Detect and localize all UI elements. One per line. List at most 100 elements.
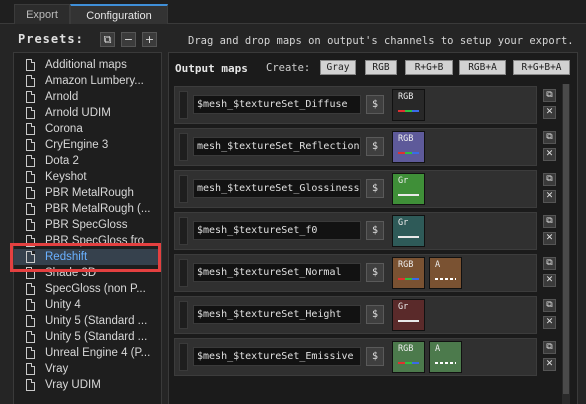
duplicate-map-button[interactable]: ⧉ <box>543 89 556 102</box>
preset-item[interactable]: PBR MetalRough <box>14 185 161 201</box>
create-rgb-a-button[interactable]: RGB+A <box>459 60 506 75</box>
map-name-field[interactable]: mesh_$textureSet_Glossiness <box>193 179 361 198</box>
preset-item[interactable]: SpecGloss (non P... <box>14 281 161 297</box>
close-icon: ✕ <box>545 317 554 327</box>
channel-chip[interactable]: A <box>429 341 462 373</box>
preset-item-label: Additional maps <box>45 59 127 71</box>
insert-variable-button[interactable]: $ <box>366 137 384 156</box>
preset-item[interactable]: Corona <box>14 121 161 137</box>
insert-variable-button[interactable]: $ <box>366 305 384 324</box>
channel-indicator <box>398 194 419 196</box>
copy-icon: ⧉ <box>546 300 553 310</box>
drag-handle[interactable] <box>179 175 188 203</box>
channel-indicator <box>398 110 419 112</box>
channel-chip[interactable]: RGB <box>392 341 425 373</box>
channel-chip[interactable]: RGB <box>392 89 425 121</box>
map-name-field[interactable]: $mesh_$textureSet_Diffuse <box>193 95 361 114</box>
output-map-row: $mesh_$textureSet_Normal $ RGB A <box>174 254 537 292</box>
preset-item[interactable]: Unity 4 <box>14 297 161 313</box>
create-gray-button[interactable]: Gray <box>320 60 356 75</box>
create-r-g-b-button[interactable]: R+G+B <box>405 60 453 75</box>
duplicate-map-button[interactable]: ⧉ <box>543 215 556 228</box>
delete-map-button[interactable]: ✕ <box>543 316 556 329</box>
insert-variable-button[interactable]: $ <box>366 179 384 198</box>
output-map-row: $mesh_$textureSet_Emissive $ RGB A <box>174 338 537 376</box>
map-name-field[interactable]: $mesh_$textureSet_f0 <box>193 221 361 240</box>
channel-chip[interactable]: Gr <box>392 299 425 331</box>
preset-item[interactable]: Vray <box>14 361 161 377</box>
remove-preset-button[interactable]: − <box>121 32 136 47</box>
drag-handle[interactable] <box>179 217 188 245</box>
delete-map-button[interactable]: ✕ <box>543 232 556 245</box>
delete-map-button[interactable]: ✕ <box>543 274 556 287</box>
tab-configuration[interactable]: Configuration <box>70 4 168 24</box>
close-icon: ✕ <box>545 359 554 369</box>
create-rgb-button[interactable]: RGB <box>365 60 397 75</box>
drag-handle[interactable] <box>179 301 188 329</box>
duplicate-map-button[interactable]: ⧉ <box>543 173 556 186</box>
channel-indicator <box>398 362 419 364</box>
preset-item[interactable]: Shade 3D <box>14 265 161 281</box>
preset-item[interactable]: Dota 2 <box>14 153 161 169</box>
file-icon <box>26 363 35 375</box>
insert-variable-button[interactable]: $ <box>366 263 384 282</box>
output-map-row: mesh_$textureSet_Reflection $ RGB <box>174 128 537 166</box>
duplicate-map-button[interactable]: ⧉ <box>543 257 556 270</box>
channel-chip[interactable]: RGB <box>392 131 425 163</box>
preset-item[interactable]: PBR SpecGloss fro <box>14 233 161 249</box>
create-r-g-b-a-button[interactable]: R+G+B+A <box>513 60 570 75</box>
preset-item[interactable]: Unity 5 (Standard ... <box>14 329 161 345</box>
drag-handle[interactable] <box>179 259 188 287</box>
preset-item-label: Arnold <box>45 91 79 103</box>
channel-indicator <box>435 278 456 280</box>
preset-item[interactable]: Vray UDIM <box>14 377 161 393</box>
insert-variable-button[interactable]: $ <box>366 347 384 366</box>
preset-item-label: Keyshot <box>45 171 87 183</box>
drag-handle[interactable] <box>179 343 188 371</box>
output-map-row: $mesh_$textureSet_Height $ Gr <box>174 296 537 334</box>
copy-icon: ⧉ <box>546 342 553 352</box>
duplicate-map-button[interactable]: ⧉ <box>543 131 556 144</box>
map-name-field[interactable]: $mesh_$textureSet_Normal <box>193 263 361 282</box>
preset-item[interactable]: Unity 5 (Standard ... <box>14 313 161 329</box>
channel-chip[interactable]: Gr <box>392 173 425 205</box>
channel-indicator <box>435 362 456 364</box>
duplicate-map-button[interactable]: ⧉ <box>543 299 556 312</box>
file-icon <box>26 171 35 183</box>
channel-chip[interactable]: A <box>429 257 462 289</box>
output-scroll-thumb[interactable] <box>563 84 569 394</box>
tab-export[interactable]: Export <box>14 4 70 24</box>
file-icon <box>26 347 35 359</box>
channel-chip[interactable]: RGB <box>392 257 425 289</box>
delete-map-button[interactable]: ✕ <box>543 190 556 203</box>
duplicate-preset-button[interactable]: ⧉ <box>100 32 115 47</box>
preset-item[interactable]: Arnold UDIM <box>14 105 161 121</box>
delete-map-button[interactable]: ✕ <box>543 106 556 119</box>
preset-item[interactable]: PBR SpecGloss <box>14 217 161 233</box>
map-name-field[interactable]: $mesh_$textureSet_Height <box>193 305 361 324</box>
map-name-field[interactable]: $mesh_$textureSet_Emissive <box>193 347 361 366</box>
channel-label: A <box>435 344 441 354</box>
insert-variable-button[interactable]: $ <box>366 95 384 114</box>
tab-bar: Export Configuration <box>0 0 586 24</box>
preset-item[interactable]: Additional maps <box>14 57 161 73</box>
map-name-field[interactable]: mesh_$textureSet_Reflection <box>193 137 361 156</box>
preset-item[interactable]: Redshift <box>14 249 161 265</box>
channel-chip[interactable]: Gr <box>392 215 425 247</box>
file-icon <box>26 219 35 231</box>
preset-item-label: SpecGloss (non P... <box>45 283 146 295</box>
insert-variable-button[interactable]: $ <box>366 221 384 240</box>
delete-map-button[interactable]: ✕ <box>543 148 556 161</box>
duplicate-map-button[interactable]: ⧉ <box>543 341 556 354</box>
preset-item[interactable]: Arnold <box>14 89 161 105</box>
preset-item[interactable]: PBR MetalRough (... <box>14 201 161 217</box>
preset-item[interactable]: Keyshot <box>14 169 161 185</box>
preset-item[interactable]: Unreal Engine 4 (P... <box>14 345 161 361</box>
preset-item[interactable]: CryEngine 3 <box>14 137 161 153</box>
preset-item[interactable]: Amazon Lumbery... <box>14 73 161 89</box>
delete-map-button[interactable]: ✕ <box>543 358 556 371</box>
drag-handle[interactable] <box>179 133 188 161</box>
drag-handle[interactable] <box>179 91 188 119</box>
add-preset-button[interactable]: + <box>142 32 157 47</box>
close-icon: ✕ <box>545 191 554 201</box>
